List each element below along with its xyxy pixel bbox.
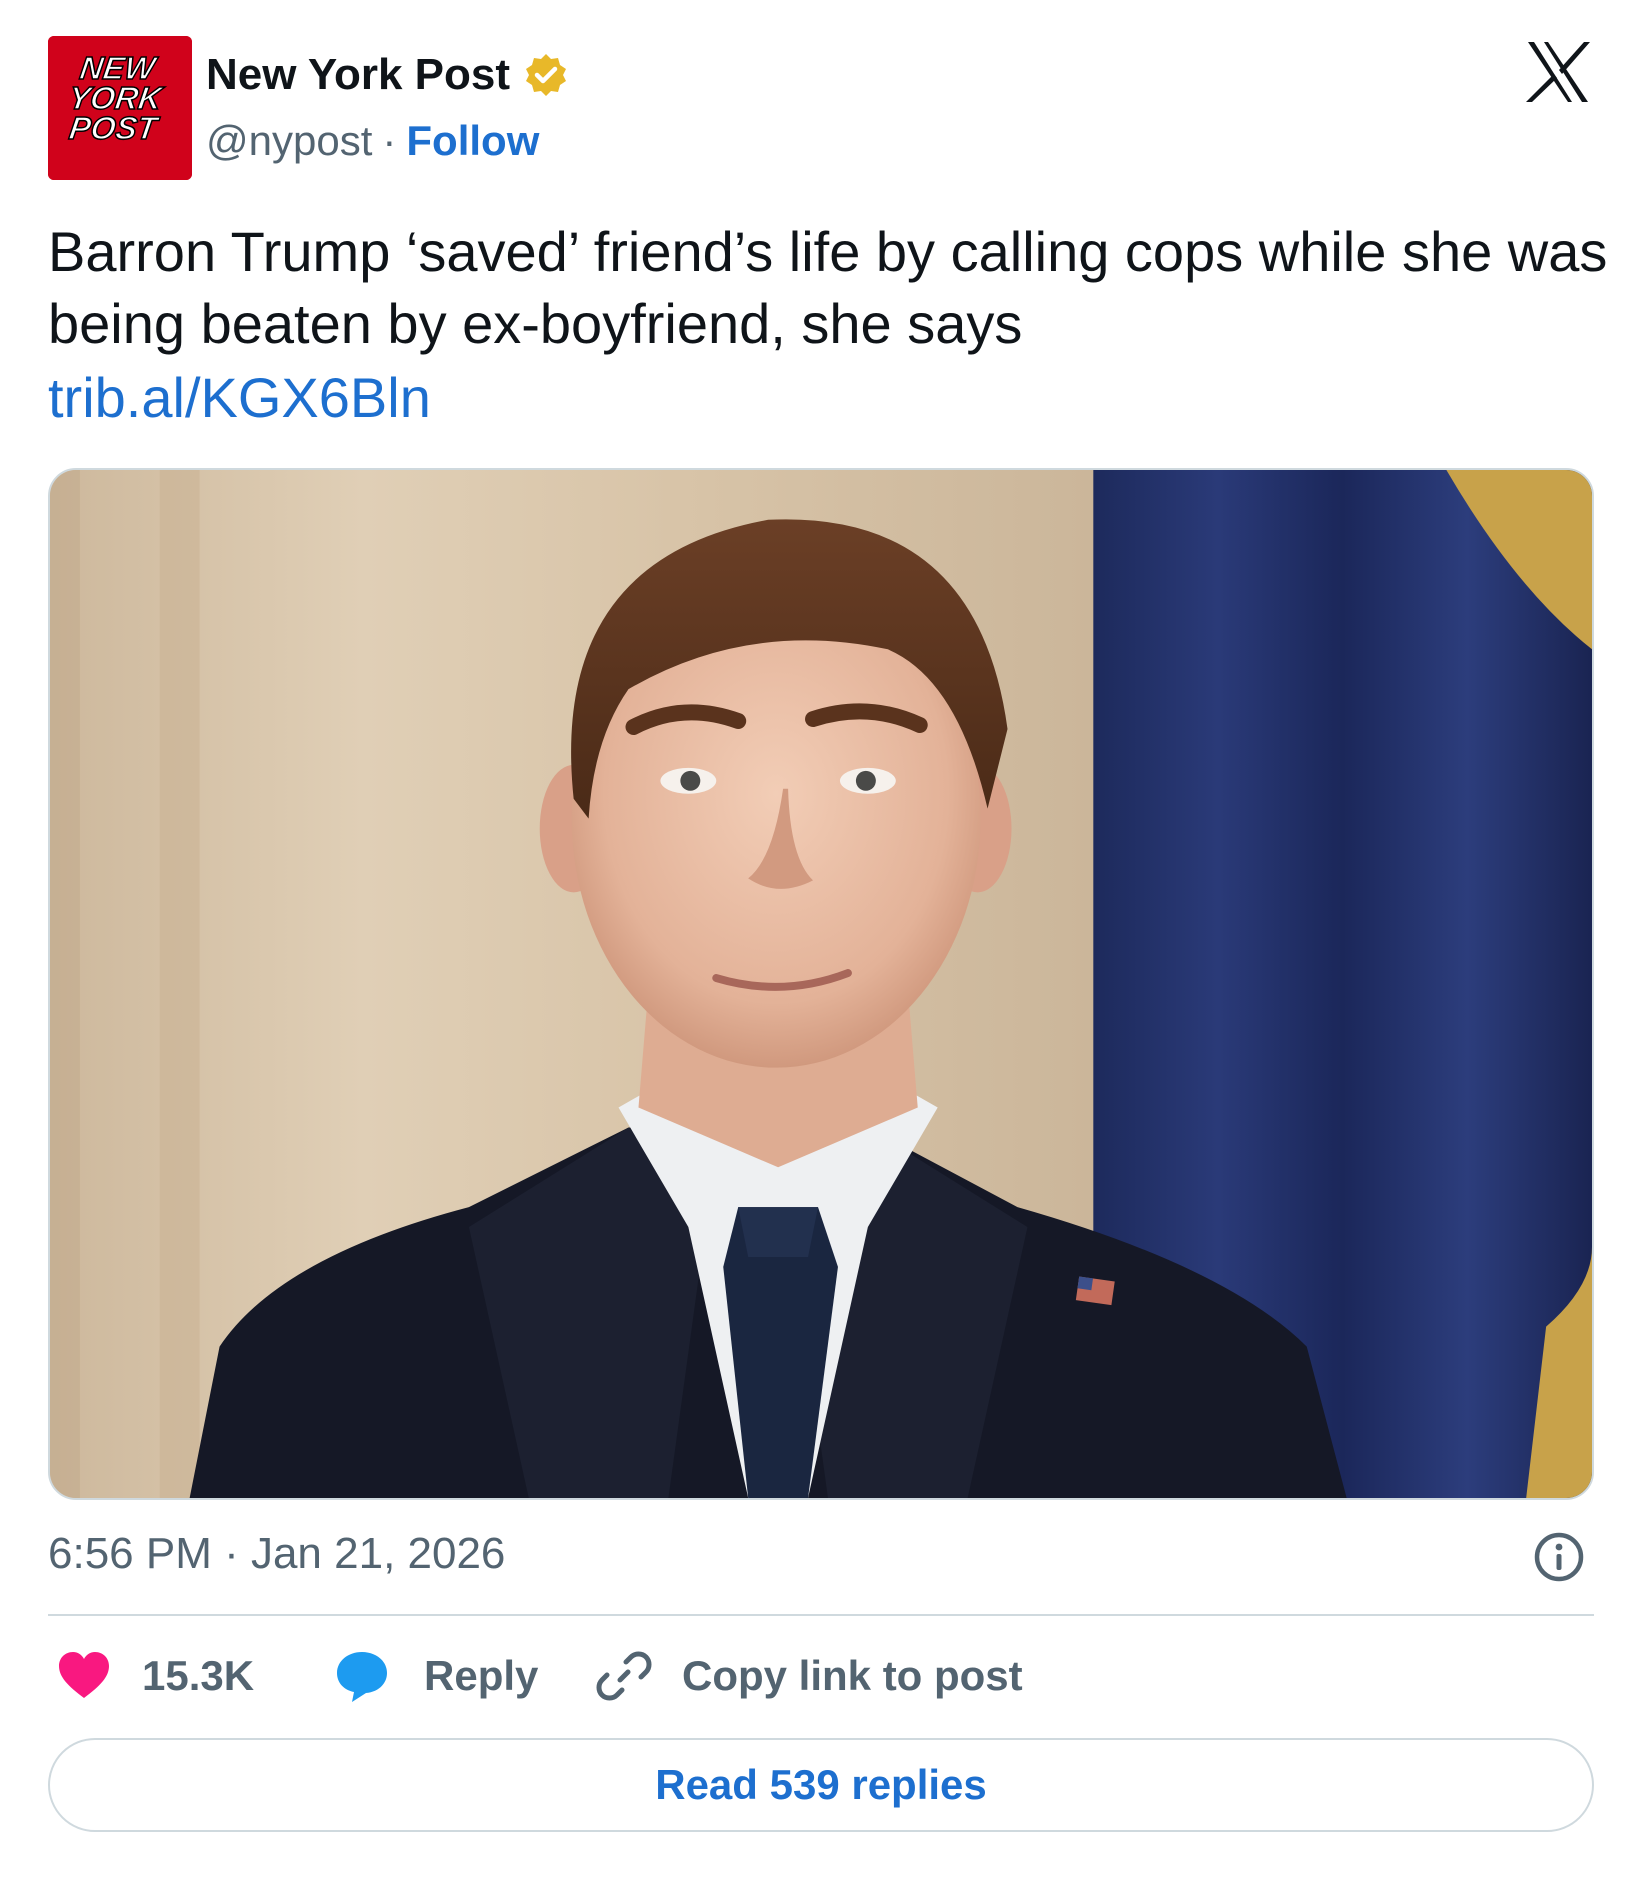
avatar-word-3: POST: [67, 110, 161, 146]
separator-dot: ·: [382, 117, 397, 164]
author-avatar[interactable]: NEW YORK POST: [48, 36, 192, 180]
divider: [48, 1614, 1594, 1616]
post-text: Barron Trump ‘saved’ friend’s life by ca…: [48, 220, 1608, 355]
read-replies-button[interactable]: Read 539 replies: [48, 1738, 1594, 1832]
post-timestamp[interactable]: 6:56 PM · Jan 21, 2026: [48, 1528, 505, 1580]
reply-label: Reply: [424, 1652, 539, 1699]
author-name-row[interactable]: New York Post: [206, 48, 570, 102]
copy-link-button[interactable]: Copy link to post: [596, 1646, 1023, 1706]
nypost-logo: NEW YORK POST: [48, 36, 192, 180]
follow-link[interactable]: Follow: [406, 114, 539, 168]
handle-row: @nypost · Follow: [206, 114, 539, 168]
portrait-photo: [50, 470, 1592, 1498]
like-count: 15.3K: [142, 1652, 255, 1699]
tweet-embed-card: NEW YORK POST New York Post @nypost · Fo…: [0, 0, 1644, 1881]
post-image[interactable]: [48, 468, 1594, 1500]
info-icon[interactable]: [1532, 1530, 1586, 1584]
like-button[interactable]: 15.3K: [56, 1646, 254, 1706]
speech-bubble-icon: [334, 1648, 390, 1704]
copy-link-label: Copy link to post: [682, 1652, 1023, 1699]
verified-badge-icon: [522, 51, 570, 99]
author-name[interactable]: New York Post: [206, 48, 510, 102]
link-icon: [596, 1648, 652, 1704]
post-link[interactable]: trib.al/KGX6Bln: [48, 362, 431, 434]
x-logo-icon[interactable]: [1524, 38, 1592, 106]
author-handle[interactable]: @nypost: [206, 114, 372, 168]
heart-icon: [56, 1648, 112, 1704]
reply-button[interactable]: Reply: [334, 1646, 538, 1706]
